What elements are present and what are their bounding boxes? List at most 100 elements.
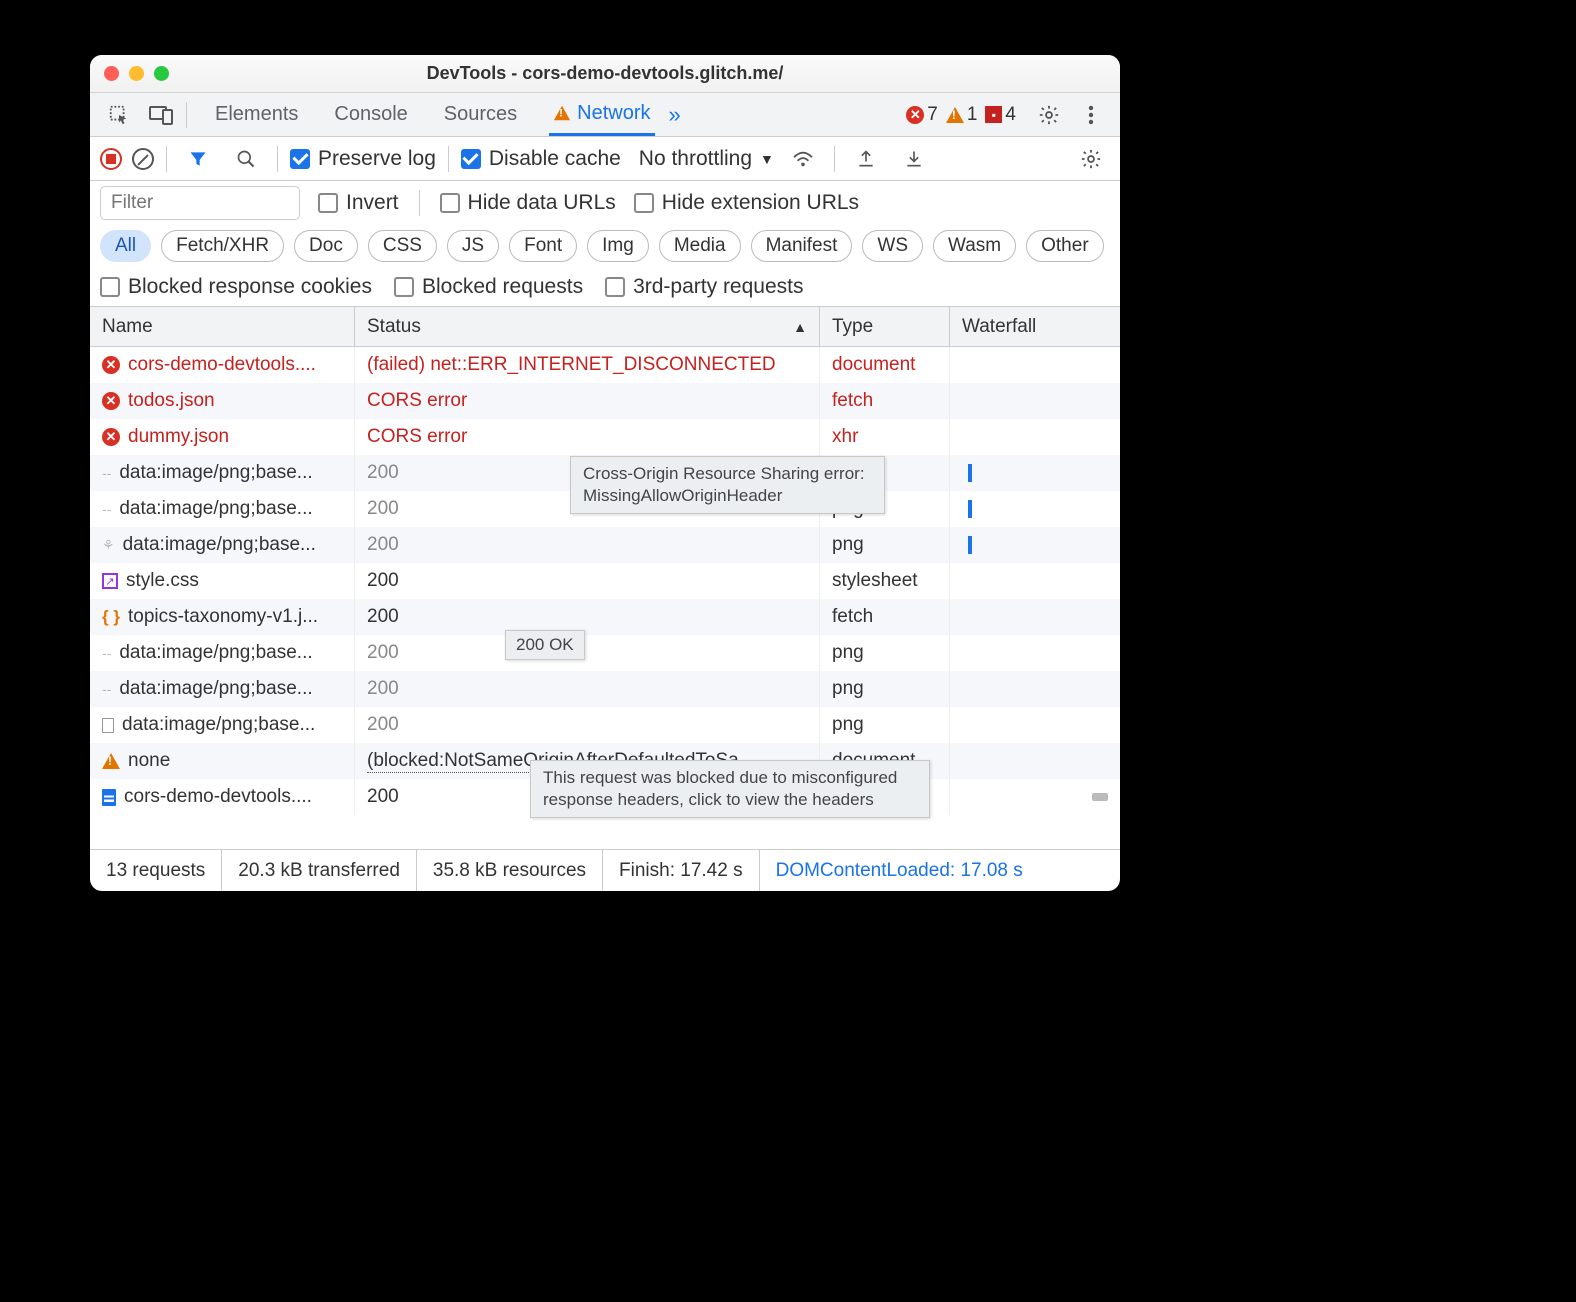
disable-cache-label: Disable cache: [489, 147, 621, 171]
cell-name: --data:image/png;base...: [90, 671, 355, 707]
preserve-log-label: Preserve log: [318, 147, 436, 171]
table-row[interactable]: style.css200stylesheet: [90, 563, 1120, 599]
cell-status: CORS error: [355, 383, 820, 419]
request-name: data:image/png;base...: [122, 714, 315, 736]
panel-tabs: Elements Console Sources Network: [211, 94, 655, 136]
stat-finish: Finish: 17.42 s: [603, 850, 760, 891]
pill-all[interactable]: All: [100, 230, 151, 262]
more-tabs-icon[interactable]: »: [669, 102, 681, 128]
cell-status: 200: [355, 563, 820, 599]
cell-type: document: [820, 347, 950, 383]
import-har-icon[interactable]: [895, 140, 933, 178]
th-waterfall[interactable]: Waterfall: [950, 307, 1120, 346]
third-party-label: 3rd-party requests: [633, 275, 803, 299]
pill-img[interactable]: Img: [587, 230, 649, 262]
settings-icon[interactable]: [1030, 96, 1068, 134]
hide-extension-urls-label: Hide extension URLs: [662, 191, 859, 215]
checkbox-icon: [290, 149, 310, 169]
cell-waterfall: [950, 563, 1120, 599]
cell-type: xhr: [820, 419, 950, 455]
table-row[interactable]: ⚘data:image/png;base...200png: [90, 527, 1120, 563]
cell-name: -- data:image/png;base...: [90, 491, 355, 527]
issues-icon: ▪: [985, 106, 1002, 123]
cell-name: none: [90, 743, 355, 779]
blocked-requests-checkbox[interactable]: Blocked requests: [394, 275, 583, 299]
hide-data-urls-checkbox[interactable]: Hide data URLs: [440, 191, 616, 215]
cell-status: 200: [355, 707, 820, 743]
separator: [448, 146, 449, 172]
status-ok-tooltip: 200 OK: [505, 630, 585, 660]
invert-checkbox[interactable]: Invert: [318, 191, 399, 215]
clear-button[interactable]: [132, 148, 154, 170]
inspect-element-icon[interactable]: [100, 96, 138, 134]
pill-doc[interactable]: Doc: [294, 230, 358, 262]
hide-extension-urls-checkbox[interactable]: Hide extension URLs: [634, 191, 859, 215]
request-name: cors-demo-devtools....: [124, 786, 312, 808]
blocked-filters-row: Blocked response cookies Blocked request…: [90, 267, 1120, 307]
th-status[interactable]: Status ▲: [355, 307, 820, 346]
record-button[interactable]: [100, 148, 122, 170]
pill-other[interactable]: Other: [1026, 230, 1104, 262]
device-toolbar-icon[interactable]: [142, 96, 180, 134]
cell-type: png: [820, 671, 950, 707]
th-status-label: Status: [367, 316, 421, 338]
warning-icon: [554, 106, 570, 120]
checkbox-icon: [605, 277, 625, 297]
table-row[interactable]: ✕dummy.jsonCORS errorxhr: [90, 419, 1120, 455]
search-icon[interactable]: [227, 140, 265, 178]
title-bar: DevTools - cors-demo-devtools.glitch.me/: [90, 55, 1120, 93]
checkbox-icon: [440, 193, 460, 213]
preserve-log-checkbox[interactable]: Preserve log: [290, 147, 436, 171]
network-conditions-icon[interactable]: [784, 140, 822, 178]
table-row[interactable]: { }topics-taxonomy-v1.j...200fetch: [90, 599, 1120, 635]
pill-font[interactable]: Font: [509, 230, 577, 262]
error-icon: ✕: [102, 428, 120, 446]
invert-label: Invert: [346, 191, 399, 215]
separator: [186, 102, 187, 128]
cell-type: fetch: [820, 599, 950, 635]
filter-row: Invert Hide data URLs Hide extension URL…: [90, 181, 1120, 225]
placeholder-icon: --: [102, 501, 111, 517]
cell-waterfall: [950, 779, 1120, 815]
cell-status: 200: [355, 527, 820, 563]
tab-sources[interactable]: Sources: [440, 94, 521, 136]
pill-js[interactable]: JS: [447, 230, 499, 262]
cell-status: 200: [355, 635, 820, 671]
throttling-select[interactable]: No throttling ▼: [639, 147, 774, 171]
pill-fetch-xhr[interactable]: Fetch/XHR: [161, 230, 284, 262]
request-name: data:image/png;base...: [119, 498, 312, 520]
tab-network[interactable]: Network: [549, 94, 654, 136]
pill-css[interactable]: CSS: [368, 230, 437, 262]
more-options-icon[interactable]: [1072, 96, 1110, 134]
th-name[interactable]: Name: [90, 307, 355, 346]
pill-ws[interactable]: WS: [862, 230, 923, 262]
filter-input[interactable]: [100, 186, 300, 220]
checkbox-icon: [394, 277, 414, 297]
table-row[interactable]: --data:image/png;base...200png: [90, 671, 1120, 707]
cell-status: (failed) net::ERR_INTERNET_DISCONNECTED: [355, 347, 820, 383]
cell-name: data:image/png;base...: [90, 707, 355, 743]
blocked-cookies-checkbox[interactable]: Blocked response cookies: [100, 275, 372, 299]
tab-elements[interactable]: Elements: [211, 94, 302, 136]
pill-wasm[interactable]: Wasm: [933, 230, 1016, 262]
file-icon: [102, 718, 114, 733]
separator: [277, 146, 278, 172]
throttling-value: No throttling: [639, 147, 752, 171]
filter-toggle-icon[interactable]: [179, 140, 217, 178]
panel-settings-icon[interactable]: [1072, 140, 1110, 178]
table-row[interactable]: ✕todos.jsonCORS errorfetch: [90, 383, 1120, 419]
cell-status: 200: [355, 599, 820, 635]
table-row[interactable]: data:image/png;base...200png: [90, 707, 1120, 743]
third-party-checkbox[interactable]: 3rd-party requests: [605, 275, 803, 299]
pill-manifest[interactable]: Manifest: [751, 230, 853, 262]
request-name: style.css: [126, 570, 199, 592]
pill-media[interactable]: Media: [659, 230, 741, 262]
tab-console[interactable]: Console: [330, 94, 411, 136]
table-row[interactable]: --data:image/png;base...200png: [90, 635, 1120, 671]
issue-counts[interactable]: ✕7 1 ▪4: [906, 104, 1016, 126]
export-har-icon[interactable]: [847, 140, 885, 178]
table-row[interactable]: ✕cors-demo-devtools....(failed) net::ERR…: [90, 347, 1120, 383]
th-type[interactable]: Type: [820, 307, 950, 346]
disable-cache-checkbox[interactable]: Disable cache: [461, 147, 621, 171]
cell-waterfall: [950, 347, 1120, 383]
